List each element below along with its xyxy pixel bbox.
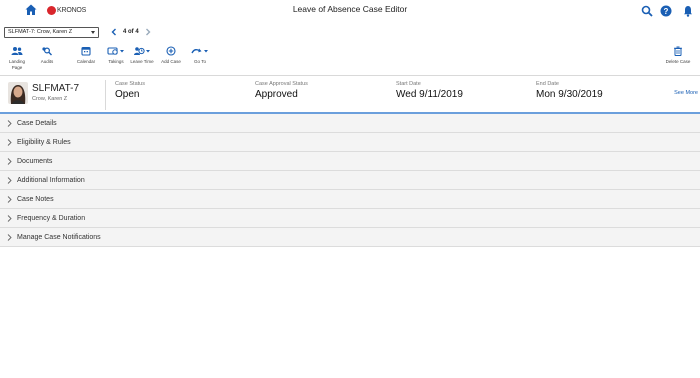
section-case-notes[interactable]: Case Notes bbox=[0, 190, 700, 209]
next-case-icon[interactable] bbox=[144, 28, 152, 36]
case-pager: 4 of 4 bbox=[110, 28, 152, 36]
toolbar-divider bbox=[0, 75, 700, 76]
end-date-value: Mon 9/30/2019 bbox=[536, 89, 603, 100]
section-manage-case-notifications[interactable]: Manage Case Notifications bbox=[0, 228, 700, 247]
search-icon[interactable] bbox=[641, 4, 653, 17]
section-eligibility-rules[interactable]: Eligibility & Rules bbox=[0, 133, 700, 152]
case-approval-field: Case Approval Status Approved bbox=[255, 81, 308, 100]
chevron-right-icon bbox=[6, 138, 12, 146]
previous-case-icon[interactable] bbox=[110, 28, 118, 36]
add-case-button[interactable]: Add Case bbox=[159, 46, 183, 65]
go-to-icon bbox=[188, 46, 212, 56]
svg-text:?: ? bbox=[664, 7, 669, 16]
start-date-field: Start Date Wed 9/11/2019 bbox=[396, 81, 463, 100]
bell-icon[interactable] bbox=[682, 4, 694, 17]
chevron-right-icon bbox=[6, 157, 12, 165]
takings-button[interactable]: Takings bbox=[104, 46, 128, 65]
see-more-link[interactable]: See More bbox=[674, 90, 698, 96]
case-approval-value: Approved bbox=[255, 89, 298, 100]
avatar bbox=[8, 82, 28, 104]
trash-icon bbox=[664, 46, 692, 56]
audits-button[interactable]: Audits bbox=[35, 46, 59, 65]
top-bar: KRONOS Leave of Absence Case Editor ? bbox=[0, 0, 700, 20]
case-status-value: Open bbox=[115, 89, 140, 100]
leave-time-button[interactable]: Leave Time bbox=[130, 46, 154, 65]
end-date-field: End Date Mon 9/30/2019 bbox=[536, 81, 603, 100]
case-id: SLFMAT-7 bbox=[32, 83, 80, 94]
help-icon[interactable]: ? bbox=[660, 4, 672, 17]
chevron-right-icon bbox=[6, 195, 12, 203]
start-date-value: Wed 9/11/2019 bbox=[396, 89, 463, 100]
people-icon bbox=[5, 46, 29, 56]
calendar-icon bbox=[74, 46, 98, 56]
chevron-right-icon bbox=[6, 176, 12, 184]
chevron-right-icon bbox=[6, 233, 12, 241]
case-selector-dropdown[interactable]: SLFMAT-7: Crow, Karen Z bbox=[4, 27, 99, 38]
case-sections: Case Details Eligibility & Rules Documen… bbox=[0, 114, 700, 247]
landing-page-button[interactable]: Landing Page bbox=[5, 46, 29, 70]
case-selector-value: SLFMAT-7: Crow, Karen Z bbox=[8, 29, 73, 35]
add-circle-icon bbox=[159, 46, 183, 56]
calendar-button[interactable]: Calendar bbox=[74, 46, 98, 65]
section-documents[interactable]: Documents bbox=[0, 152, 700, 171]
header-divider bbox=[105, 80, 106, 110]
delete-case-button[interactable]: Delete Case bbox=[664, 46, 692, 65]
leave-time-icon bbox=[130, 46, 154, 56]
section-case-details[interactable]: Case Details bbox=[0, 114, 700, 133]
takings-icon bbox=[104, 46, 128, 56]
case-status-field: Case Status Open bbox=[115, 81, 145, 100]
section-frequency-duration[interactable]: Frequency & Duration bbox=[0, 209, 700, 228]
go-to-button[interactable]: Go To bbox=[188, 46, 212, 65]
chevron-right-icon bbox=[6, 214, 12, 222]
audit-search-icon bbox=[35, 46, 59, 56]
page-title: Leave of Absence Case Editor bbox=[292, 4, 408, 14]
chevron-right-icon bbox=[6, 119, 12, 127]
section-additional-information[interactable]: Additional Information bbox=[0, 171, 700, 190]
pager-count: 4 of 4 bbox=[123, 29, 139, 35]
chevron-down-icon bbox=[91, 31, 95, 34]
case-owner: Crow, Karen Z bbox=[32, 96, 68, 102]
